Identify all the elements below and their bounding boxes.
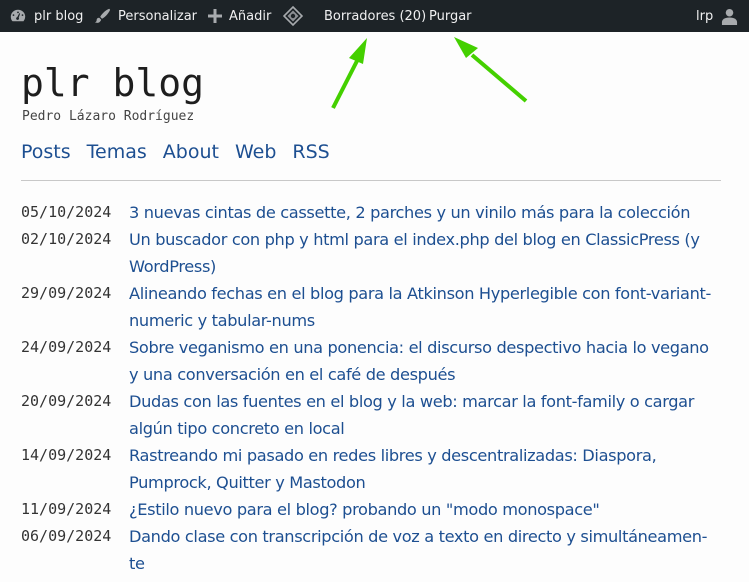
post-title-link[interactable]: Dudas con las fuentes en el blog y la we…: [129, 388, 721, 442]
post-title-link[interactable]: Sobre veganismo en una ponencia: el disc…: [129, 334, 721, 388]
post-item: 20/09/2024 Dudas con las fuentes en el b…: [21, 388, 721, 442]
site-title[interactable]: plr blog: [21, 60, 204, 106]
post-title-link[interactable]: Un buscador con php y html para el index…: [129, 226, 721, 280]
paintbrush-icon: [93, 7, 111, 25]
purge-label: Purgar: [429, 8, 472, 24]
post-item: 14/09/2024 Rastreando mi pasado en redes…: [21, 442, 721, 496]
post-item: 05/10/2024 3 nuevas cintas de cassette, …: [21, 199, 721, 226]
post-item: 02/10/2024 Un buscador con php y html pa…: [21, 226, 721, 280]
post-list: 05/10/2024 3 nuevas cintas de cassette, …: [21, 199, 721, 577]
plus-icon: [208, 9, 222, 23]
admin-bar-user-account[interactable]: lrp: [696, 0, 738, 32]
nav-rss[interactable]: RSS: [292, 141, 329, 163]
post-title-link[interactable]: 3 nuevas cintas de cassette, 2 parches y…: [129, 199, 721, 226]
post-item: 24/09/2024 Sobre veganismo en una ponenc…: [21, 334, 721, 388]
dashboard-icon: [9, 7, 27, 25]
nav-web[interactable]: Web: [235, 141, 276, 163]
post-date: 02/10/2024: [21, 230, 112, 248]
nav-about[interactable]: About: [163, 141, 219, 163]
main-nav: Posts Temas About Web RSS: [21, 141, 330, 163]
admin-bar-site-name[interactable]: plr blog: [9, 0, 83, 32]
customize-label: Personalizar: [118, 8, 198, 24]
site-name-label: plr blog: [34, 8, 84, 24]
divider: [21, 180, 721, 181]
admin-bar-drafts[interactable]: Borradores (20): [324, 0, 426, 32]
post-date: 06/09/2024: [21, 527, 112, 545]
post-date: 05/10/2024: [21, 203, 112, 221]
arrow-to-drafts: [331, 38, 367, 109]
post-title-link[interactable]: Dando clase con transcripción de voz a t…: [129, 523, 721, 577]
user-name: lrp: [696, 8, 714, 24]
admin-bar-purge[interactable]: Purgar: [429, 0, 472, 32]
post-date: 20/09/2024: [21, 392, 112, 410]
admin-bar-add-new[interactable]: Añadir: [208, 0, 271, 32]
post-title-link[interactable]: ¿Estilo nuevo para el blog? probando un …: [129, 496, 721, 523]
post-item: 11/09/2024 ¿Estilo nuevo para el blog? p…: [21, 496, 721, 523]
admin-bar-customize[interactable]: Personalizar: [93, 0, 197, 32]
post-date: 29/09/2024: [21, 284, 112, 302]
post-date: 11/09/2024: [21, 500, 112, 518]
post-date: 14/09/2024: [21, 446, 112, 464]
post-item: 06/09/2024 Dando clase con transcripción…: [21, 523, 721, 577]
nav-temas[interactable]: Temas: [87, 141, 147, 163]
post-title-link[interactable]: Alineando fechas en el blog para la Atki…: [129, 280, 721, 334]
post-title-link[interactable]: Rastreando mi pasado en redes libres y d…: [129, 442, 721, 496]
site-description: Pedro Lázaro Rodríguez: [22, 109, 195, 124]
admin-bar: plr blog Personalizar Añadir Borradores …: [0, 0, 749, 32]
drafts-label: Borradores (20): [324, 8, 427, 24]
admin-bar-plugin-menu[interactable]: [283, 0, 310, 32]
diamond-logo-icon: [283, 6, 303, 26]
post-item: 29/09/2024 Alineando fechas en el blog p…: [21, 280, 721, 334]
user-avatar-icon: [721, 8, 738, 25]
arrow-to-purge: [454, 37, 528, 103]
add-new-label: Añadir: [229, 8, 272, 24]
post-date: 24/09/2024: [21, 338, 112, 356]
nav-posts[interactable]: Posts: [21, 141, 71, 163]
